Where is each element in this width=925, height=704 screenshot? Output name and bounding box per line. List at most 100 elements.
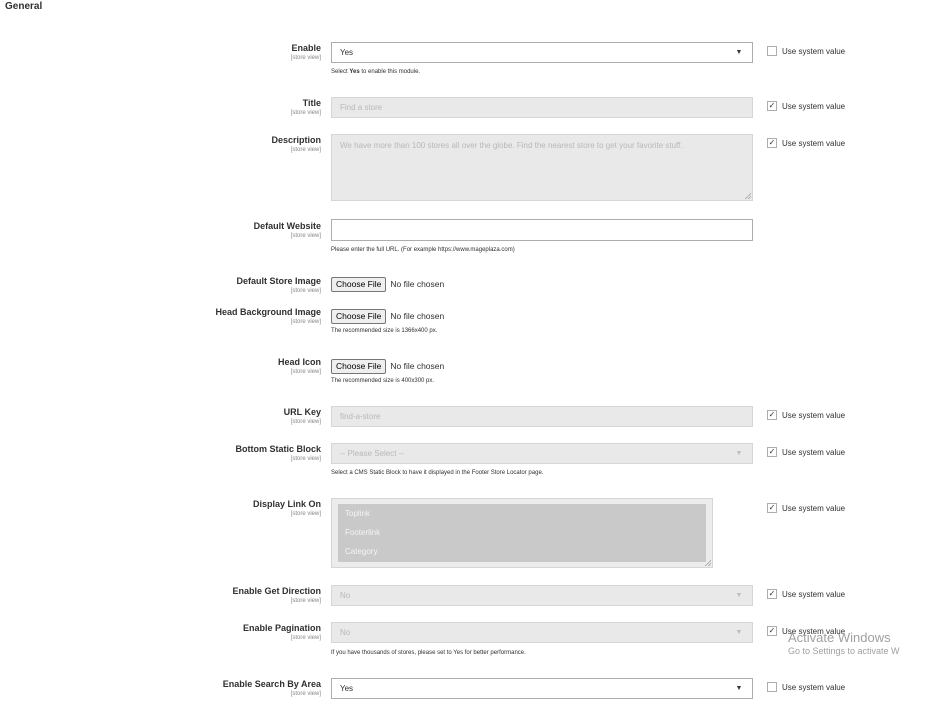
label-text: Bottom Static Block bbox=[235, 444, 321, 454]
scope-label: [store view] bbox=[290, 233, 321, 239]
no-file-text: No file chosen bbox=[390, 279, 445, 289]
use-system-value-enable[interactable]: Use system value bbox=[767, 46, 846, 57]
chevron-down-icon: ▼ bbox=[735, 450, 743, 457]
enable-select[interactable]: Yes ▼ bbox=[331, 42, 753, 63]
field-label-default-website: Default Website [store view] bbox=[254, 221, 321, 240]
resize-handle-icon[interactable] bbox=[704, 559, 711, 566]
field-label-default-store-image: Default Store Image [store view] bbox=[236, 276, 321, 295]
checkbox-checked-icon[interactable]: ✓ bbox=[767, 447, 777, 457]
no-file-text: No file chosen bbox=[390, 361, 445, 371]
scope-label: [store view] bbox=[290, 369, 321, 375]
scope-label: [store view] bbox=[290, 110, 321, 116]
field-label-enable-search-by-area: Enable Search By Area [store view] bbox=[223, 679, 321, 698]
head-icon-note: The recommended size is 400x300 px. bbox=[331, 378, 435, 384]
scope-label: [store view] bbox=[290, 147, 321, 153]
head-background-image-note: The recommended size is 1366x400 px. bbox=[331, 328, 438, 334]
use-system-value-url-key[interactable]: ✓ Use system value bbox=[767, 410, 846, 421]
scope-label: [store view] bbox=[290, 55, 321, 61]
field-label-enable-pagination: Enable Pagination [store view] bbox=[243, 623, 321, 642]
chevron-down-icon: ▼ bbox=[735, 592, 743, 599]
enable-search-by-area-value: Yes bbox=[340, 684, 354, 693]
multiselect-options: Toplink Footerlink Category bbox=[338, 504, 706, 562]
use-system-value-label: Use system value bbox=[782, 411, 846, 421]
enable-select-value: Yes bbox=[340, 48, 354, 57]
checkbox-checked-icon[interactable]: ✓ bbox=[767, 101, 777, 111]
field-label-head-background-image: Head Background Image [store view] bbox=[215, 307, 321, 326]
display-link-on-multiselect[interactable]: Toplink Footerlink Category bbox=[331, 498, 713, 568]
label-text: Title bbox=[302, 98, 321, 108]
checkbox-checked-icon[interactable]: ✓ bbox=[767, 410, 777, 420]
title-input[interactable]: Find a store bbox=[331, 97, 753, 118]
field-label-enable: Enable [store view] bbox=[291, 43, 321, 62]
section-title-general[interactable]: General bbox=[5, 1, 42, 12]
field-label-display-link-on: Display Link On [store view] bbox=[253, 499, 321, 518]
bottom-static-block-note: Select a CMS Static Block to have it dis… bbox=[331, 470, 544, 476]
scope-label: [store view] bbox=[290, 288, 321, 294]
scope-label: [store view] bbox=[290, 319, 321, 325]
choose-file-button[interactable]: Choose File bbox=[331, 309, 387, 324]
label-text: Display Link On bbox=[252, 499, 321, 509]
checkbox-checked-icon[interactable]: ✓ bbox=[767, 589, 777, 599]
checkbox-checked-icon[interactable]: ✓ bbox=[767, 626, 777, 636]
scope-label: [store view] bbox=[290, 635, 321, 641]
bottom-static-block-value: -- Please Select -- bbox=[340, 449, 405, 458]
field-label-enable-get-direction: Enable Get Direction [store view] bbox=[232, 586, 321, 605]
field-label-url-key: URL Key [store view] bbox=[284, 407, 321, 426]
label-text: Default Website bbox=[253, 221, 321, 231]
label-text: URL Key bbox=[283, 407, 321, 417]
option-category[interactable]: Category bbox=[338, 542, 706, 561]
scope-label: [store view] bbox=[290, 691, 321, 697]
enable-pagination-select[interactable]: No ▼ bbox=[331, 622, 753, 643]
url-key-placeholder: find-a-store bbox=[340, 412, 381, 421]
url-key-input[interactable]: find-a-store bbox=[331, 406, 753, 427]
use-system-value-label: Use system value bbox=[782, 47, 846, 57]
default-website-note: Please enter the full URL. (For example … bbox=[331, 247, 515, 253]
chevron-down-icon: ▼ bbox=[735, 685, 743, 692]
scope-label: [store view] bbox=[290, 511, 321, 517]
use-system-value-label: Use system value bbox=[782, 102, 846, 112]
bottom-static-block-select[interactable]: -- Please Select -- ▼ bbox=[331, 443, 753, 464]
use-system-value-label: Use system value bbox=[782, 590, 846, 600]
resize-handle-icon[interactable] bbox=[744, 192, 751, 199]
use-system-value-title[interactable]: ✓ Use system value bbox=[767, 101, 846, 112]
checkbox-checked-icon[interactable]: ✓ bbox=[767, 503, 777, 513]
checkbox-unchecked-icon[interactable] bbox=[767, 46, 777, 56]
label-text: Default Store Image bbox=[236, 276, 321, 286]
use-system-value-description[interactable]: ✓ Use system value bbox=[767, 138, 846, 149]
enable-pagination-note: If you have thousands of stores, please … bbox=[331, 650, 526, 656]
use-system-value-label: Use system value bbox=[782, 139, 846, 149]
enable-pagination-value: No bbox=[340, 628, 351, 637]
chevron-down-icon: ▼ bbox=[735, 49, 743, 56]
enable-get-direction-select[interactable]: No ▼ bbox=[331, 585, 753, 606]
enable-search-by-area-select[interactable]: Yes ▼ bbox=[331, 678, 753, 699]
head-icon-file-input[interactable]: Choose File No file chosen bbox=[331, 359, 444, 374]
field-label-description: Description [store view] bbox=[271, 135, 321, 154]
default-website-input[interactable] bbox=[331, 219, 753, 241]
scope-label: [store view] bbox=[290, 419, 321, 425]
enable-note: Select Yes to enable this module. bbox=[331, 69, 421, 75]
checkbox-checked-icon[interactable]: ✓ bbox=[767, 138, 777, 148]
field-label-bottom-static-block: Bottom Static Block [store view] bbox=[235, 444, 321, 463]
head-background-image-file-input[interactable]: Choose File No file chosen bbox=[331, 309, 444, 324]
use-system-value-enable-get-direction[interactable]: ✓ Use system value bbox=[767, 589, 846, 600]
label-text: Enable Get Direction bbox=[232, 586, 321, 596]
enable-get-direction-value: No bbox=[340, 591, 351, 600]
choose-file-button[interactable]: Choose File bbox=[331, 359, 387, 374]
default-store-image-file-input[interactable]: Choose File No file chosen bbox=[331, 277, 444, 292]
option-toplink[interactable]: Toplink bbox=[338, 504, 706, 523]
label-text: Head Icon bbox=[277, 357, 321, 367]
use-system-value-enable-search-by-area[interactable]: Use system value bbox=[767, 682, 845, 693]
use-system-value-label: Use system value bbox=[782, 504, 846, 514]
use-system-value-label: Use system value bbox=[782, 448, 846, 458]
description-value: We have more than 100 stores all over th… bbox=[340, 141, 683, 150]
option-footerlink[interactable]: Footerlink bbox=[338, 523, 706, 542]
description-textarea[interactable]: We have more than 100 stores all over th… bbox=[331, 134, 753, 201]
checkbox-unchecked-icon[interactable] bbox=[767, 682, 777, 692]
use-system-value-display-link-on[interactable]: ✓ Use system value bbox=[767, 503, 846, 514]
use-system-value-bottom-static-block[interactable]: ✓ Use system value bbox=[767, 447, 846, 458]
choose-file-button[interactable]: Choose File bbox=[331, 277, 387, 292]
scope-label: [store view] bbox=[290, 598, 321, 604]
label-text: Enable bbox=[291, 43, 321, 53]
field-label-head-icon: Head Icon [store view] bbox=[278, 357, 321, 376]
field-label-title: Title [store view] bbox=[291, 98, 321, 117]
